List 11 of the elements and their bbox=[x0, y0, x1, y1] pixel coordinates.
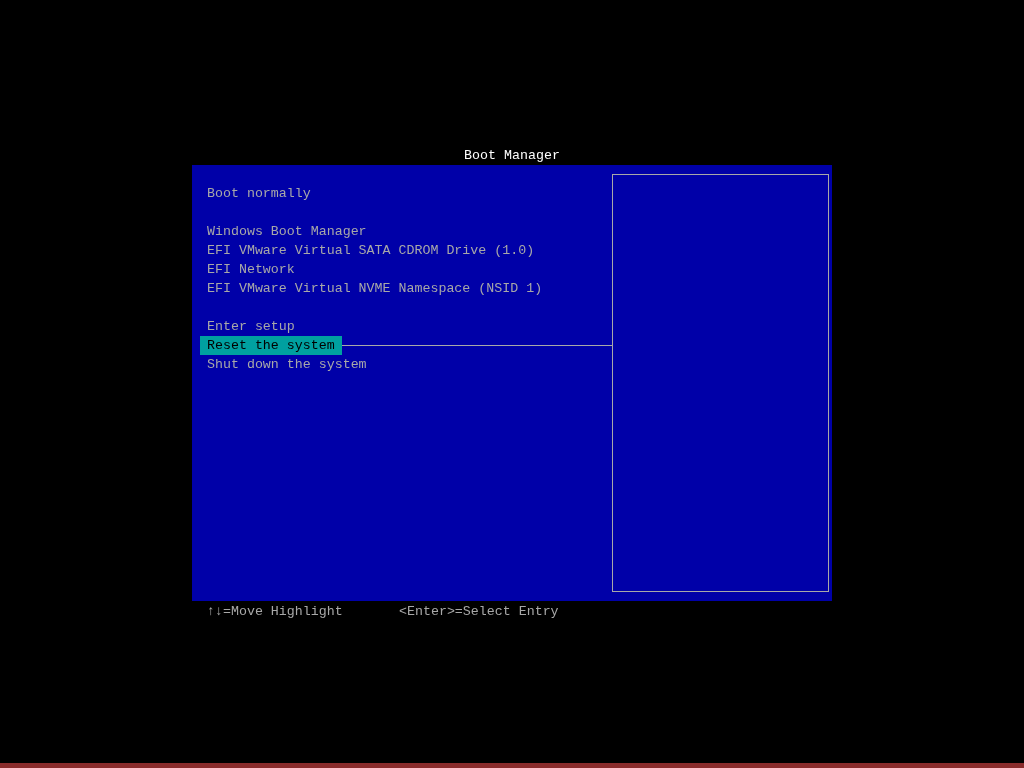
boot-menu-item[interactable]: EFI Network bbox=[200, 260, 302, 279]
key-hint: <Enter>=Select Entry bbox=[399, 603, 559, 621]
boot-menu-item[interactable]: Reset the system bbox=[200, 336, 342, 355]
boot-menu-item[interactable]: Windows Boot Manager bbox=[200, 222, 374, 241]
boot-menu-item[interactable]: Shut down the system bbox=[200, 355, 374, 374]
boot-menu-item[interactable]: EFI VMware Virtual NVME Namespace (NSID 1) bbox=[200, 279, 550, 298]
boot-menu-item[interactable]: EFI VMware Virtual SATA CDROM Drive (1.0) bbox=[200, 241, 542, 260]
boot-menu-item[interactable]: Boot normally bbox=[200, 184, 318, 203]
key-hint: ↑↓=Move Highlight bbox=[207, 603, 344, 621]
screen-title: Boot Manager bbox=[464, 147, 560, 165]
boot-menu-item[interactable]: Enter setup bbox=[200, 317, 302, 336]
